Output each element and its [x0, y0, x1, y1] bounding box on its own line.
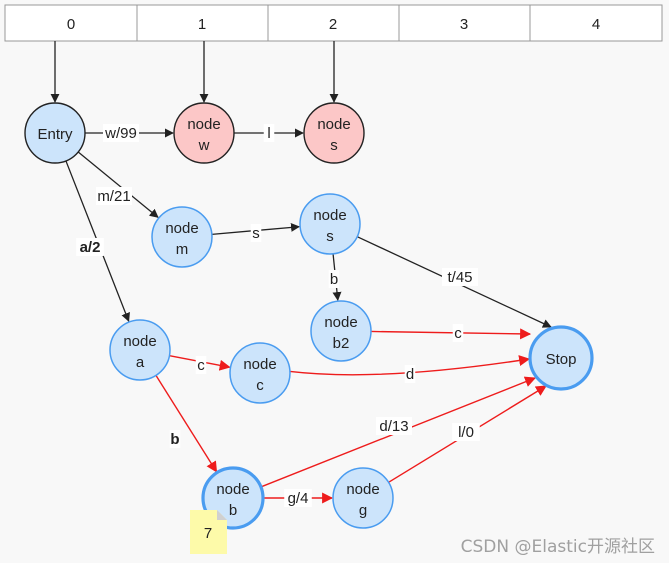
node-circle [332, 467, 394, 529]
edge-label: l/0 [458, 424, 474, 441]
nodes: Entrynodewnodesnodemnodesnodeb2nodea node… [24, 102, 594, 530]
edge-label: s [252, 225, 260, 242]
node-label: node [346, 481, 379, 498]
node-label: node [123, 333, 156, 350]
node-label: Stop [546, 351, 577, 368]
node-label: g [359, 502, 367, 519]
node-s-red: node s [303, 102, 365, 164]
node-circle [299, 193, 361, 255]
node-label: m [176, 241, 189, 258]
node-circle [151, 206, 213, 268]
edges: w/99 l m/21 a/2 s b t/45 c c d b d/13 g/4 l/0 [50, 41, 552, 507]
array-cell-label: 2 [329, 16, 337, 33]
edge-label: w/99 [104, 125, 137, 142]
node-a: node a [109, 319, 171, 381]
edge-label: b [330, 271, 338, 288]
edge-label: t/45 [447, 269, 472, 286]
edge-label: b [170, 431, 179, 448]
edge-label: l [267, 125, 270, 142]
edge-label: c [197, 357, 205, 374]
array-cell-label: 0 [67, 16, 75, 33]
node-c: node c [229, 342, 291, 404]
node-label: node [216, 481, 249, 498]
edge-label: c [454, 325, 462, 342]
node-label: Entry [37, 126, 73, 143]
array-row: 0 1 2 3 4 [4, 4, 663, 42]
node-label: node [187, 116, 220, 133]
node-m: node m [151, 206, 213, 268]
node-label: c [256, 377, 264, 394]
edge-label: g/4 [288, 490, 309, 507]
edge-label: m/21 [97, 188, 130, 205]
node-label: node [324, 314, 357, 331]
edge-label: d [406, 366, 414, 383]
edge-label: a/2 [80, 239, 101, 256]
node-s: node s [299, 193, 361, 255]
note-sticky: 7 [190, 510, 227, 554]
array-cell-label: 1 [198, 16, 206, 33]
node-label: b2 [333, 335, 350, 352]
node-label: node [313, 207, 346, 224]
array-cell-label: 3 [460, 16, 468, 33]
node-label: s [330, 137, 338, 154]
node-circle [109, 319, 171, 381]
node-circle [303, 102, 365, 164]
node-label: node [317, 116, 350, 133]
node-circle [229, 342, 291, 404]
node-entry: Entry [24, 102, 86, 164]
edge-b2-stop [370, 328, 532, 340]
node-label: b [229, 502, 237, 519]
node-label: w [198, 137, 210, 154]
node-label: a [136, 354, 145, 371]
array-cell-label: 4 [592, 16, 600, 33]
note-text: 7 [204, 525, 212, 542]
node-label: node [165, 220, 198, 237]
node-label: s [326, 228, 334, 245]
node-g: node g [332, 467, 394, 529]
node-circle [173, 102, 235, 164]
node-b2: node b2 [310, 300, 372, 362]
fst-diagram: 0 1 2 3 4 w/99 l m/21 a/2 s b t/45 c c d b d/13 g/4 l… [4, 4, 663, 554]
node-stop: Stop [528, 325, 594, 391]
watermark: CSDN @Elastic开源社区 [460, 537, 655, 557]
node-w: node w [173, 102, 235, 164]
edge-a-b [155, 375, 218, 473]
node-label: node [243, 356, 276, 373]
edge-label: d/13 [379, 418, 408, 435]
node-circle [310, 300, 372, 362]
edge-entry-m [77, 151, 159, 218]
